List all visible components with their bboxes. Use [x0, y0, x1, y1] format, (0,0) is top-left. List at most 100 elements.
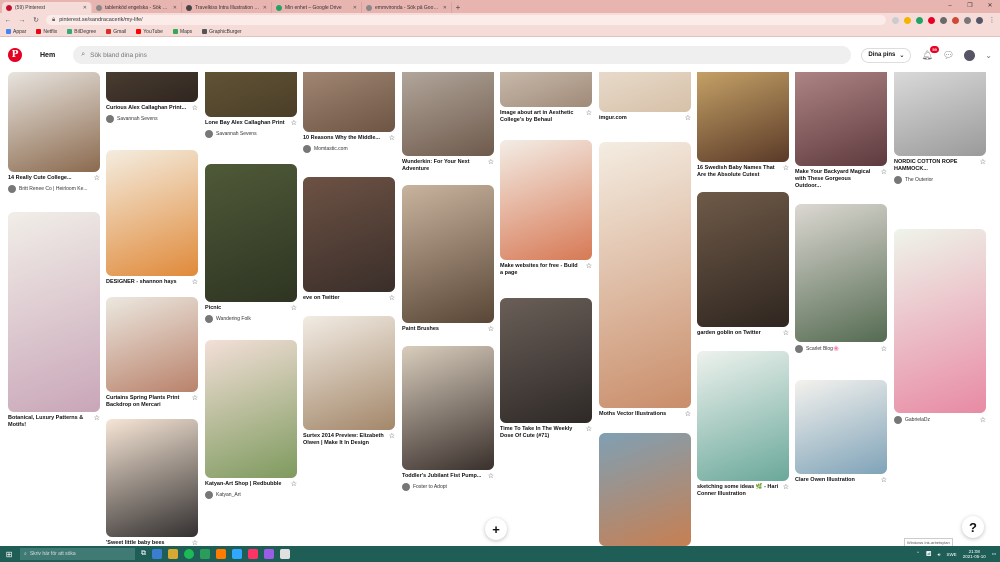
explorer-app-icon[interactable]: [168, 549, 178, 559]
pin-title[interactable]: Botanical, Luxury Patterns & Motifs! ☆: [8, 415, 100, 429]
pin-image[interactable]: [599, 433, 691, 546]
pin-title[interactable]: Surtex 2014 Preview: Elizabeth Olwen | M…: [303, 433, 395, 447]
pin-card[interactable]: DESIGNER - shannon hays ☆: [106, 150, 198, 286]
pin-card[interactable]: Surtex 2014 Preview: Elizabeth Olwen | M…: [303, 316, 395, 447]
browser-tab[interactable]: tablenköd engelska - Sök på Google✕: [92, 2, 182, 13]
browser-tab[interactable]: Min enhet – Google Drive ✕: [272, 2, 362, 13]
clock[interactable]: 21:08 2021-05-10: [963, 549, 986, 559]
edge-app-icon[interactable]: [152, 549, 162, 559]
pin-source[interactable]: Savannah Sevens: [106, 115, 198, 123]
pin-title[interactable]: eve on Twitter ☆: [303, 295, 395, 302]
pin-title[interactable]: garden goblin on Twitter ☆: [697, 330, 789, 337]
tab-close-icon[interactable]: ✕: [263, 5, 267, 11]
pin-title[interactable]: Moths Vector Illustrations ☆: [599, 411, 691, 418]
indesign-app-icon[interactable]: [248, 549, 258, 559]
pin-card[interactable]: imgur.com ☆: [599, 72, 691, 122]
pinterest-extension-icon[interactable]: [928, 16, 935, 24]
tab-close-icon[interactable]: ✕: [353, 5, 357, 11]
pin-card[interactable]: Paint Brushes ☆: [402, 185, 494, 333]
extension-icon[interactable]: [940, 16, 947, 24]
pin-card[interactable]: [599, 433, 691, 546]
pin-card[interactable]: GabrielaDz ☆: [894, 229, 986, 424]
task-view-icon[interactable]: ⧉: [141, 550, 146, 558]
new-tab-button[interactable]: +: [452, 2, 464, 13]
minimize-icon[interactable]: –: [940, 0, 960, 12]
pin-image[interactable]: [795, 72, 887, 166]
pin-card[interactable]: sketching some ideas 🌿 - Hari Conner Ill…: [697, 351, 789, 498]
pin-card[interactable]: Time To Take In The Weekly Dose Of Cute …: [500, 298, 592, 440]
pin-image[interactable]: [205, 164, 297, 302]
pin-image[interactable]: [303, 72, 395, 132]
star-icon[interactable]: ☆: [94, 175, 100, 182]
pin-title[interactable]: Wunderkin: For Your Next Adventure ☆: [402, 159, 494, 173]
star-icon[interactable]: ☆: [389, 295, 395, 302]
pin-title[interactable]: Clare Owen Illustration ☆: [795, 477, 887, 484]
star-icon[interactable]: ☆: [586, 263, 592, 270]
pin-title[interactable]: Make websites for free - Build a page ☆: [500, 263, 592, 277]
pin-title[interactable]: 10 Reasons Why the Middle... ☆: [303, 135, 395, 142]
pin-title[interactable]: Paint Brushes ☆: [402, 326, 494, 333]
app-icon[interactable]: [264, 549, 274, 559]
pin-card[interactable]: Toddler's Jubilant Fist Pump... ☆ Foster t…: [402, 346, 494, 491]
pin-image[interactable]: [795, 380, 887, 474]
pin-card[interactable]: NORDIC COTTON ROPE HAMMOCK... ☆ The Outeri…: [894, 72, 986, 184]
add-pin-button[interactable]: +: [485, 518, 507, 540]
pin-title[interactable]: Time To Take In The Weekly Dose Of Cute …: [500, 426, 592, 440]
star-icon[interactable]: ☆: [980, 416, 986, 424]
pin-card[interactable]: Image about art in Aesthetic College's b…: [500, 72, 592, 124]
pin-title[interactable]: Lone Bay Alex Callaghan Print ☆: [205, 120, 297, 127]
app-icon[interactable]: [280, 549, 290, 559]
star-icon[interactable]: ☆: [881, 477, 887, 484]
photoshop-app-icon[interactable]: [232, 549, 242, 559]
star-icon[interactable]: ☆: [685, 411, 691, 418]
pin-image[interactable]: [205, 72, 297, 117]
account-chevron-icon[interactable]: ⌄: [985, 51, 992, 60]
pin-image[interactable]: [500, 298, 592, 423]
tab-close-icon[interactable]: ✕: [443, 5, 447, 11]
pin-source[interactable]: Scarlet Blog🌸 ☆: [795, 345, 887, 353]
tray-chevron-icon[interactable]: ⌃: [916, 551, 920, 557]
help-button[interactable]: ?: [962, 516, 984, 538]
browser-tab[interactable]: emmvironda - Sök på Google ✕: [362, 2, 452, 13]
bookmark-item[interactable]: YouTube: [136, 29, 163, 35]
bookmark-item[interactable]: Appar: [6, 29, 26, 35]
pin-title[interactable]: Curtains Spring Plants Print Backdrop on…: [106, 395, 198, 409]
close-window-icon[interactable]: ✕: [980, 0, 1000, 12]
pin-card[interactable]: Curtains Spring Plants Print Backdrop on…: [106, 297, 198, 409]
star-icon[interactable]: ☆: [488, 473, 494, 480]
tab-close-icon[interactable]: ✕: [83, 5, 87, 11]
pin-image[interactable]: [697, 72, 789, 162]
star-icon[interactable]: ☆: [291, 305, 297, 312]
pin-image[interactable]: [894, 72, 986, 156]
pin-image[interactable]: [795, 204, 887, 342]
pin-title[interactable]: 16 Swedish Baby Names That Are the Absol…: [697, 165, 789, 179]
star-icon[interactable]: ☆: [586, 110, 592, 117]
pin-image[interactable]: [8, 72, 100, 172]
pin-card[interactable]: Picnic ☆ Wandering Folk: [205, 164, 297, 323]
browser-tab[interactable]: Travelkiss Intra Illustration - ... ✕: [182, 2, 272, 13]
dina-pins-dropdown[interactable]: Dina pins ⌄: [861, 47, 912, 63]
puzzle-icon[interactable]: [964, 16, 971, 24]
pin-source[interactable]: Wandering Folk: [205, 315, 297, 323]
pinterest-logo-icon[interactable]: P: [8, 48, 22, 62]
chrome-app-icon[interactable]: [200, 549, 210, 559]
pin-image[interactable]: [106, 419, 198, 537]
pin-image[interactable]: [106, 150, 198, 276]
profile-icon[interactable]: [976, 16, 983, 24]
pin-card[interactable]: Katyan-Art Shop | Redbubble ☆ Katyan_Art: [205, 340, 297, 499]
maximize-icon[interactable]: ❐: [960, 0, 980, 12]
pin-image[interactable]: [303, 177, 395, 292]
bookmark-item[interactable]: BilDegree: [67, 29, 96, 35]
bookmark-item[interactable]: Gmail: [106, 29, 126, 35]
pin-image[interactable]: [599, 142, 691, 408]
pin-image[interactable]: [402, 185, 494, 323]
pin-card[interactable]: eve on Twitter ☆: [303, 177, 395, 302]
star-icon[interactable]: ☆: [94, 415, 100, 422]
bookmark-item[interactable]: GraphicBurger: [202, 29, 242, 35]
pin-image[interactable]: [599, 72, 691, 112]
pin-image[interactable]: [894, 229, 986, 413]
home-button[interactable]: Hem: [32, 48, 63, 63]
star-icon[interactable]: ☆: [783, 484, 789, 491]
pin-card[interactable]: Make Your Backyard Magical with These Go…: [795, 72, 887, 190]
back-icon[interactable]: ←: [4, 17, 12, 24]
